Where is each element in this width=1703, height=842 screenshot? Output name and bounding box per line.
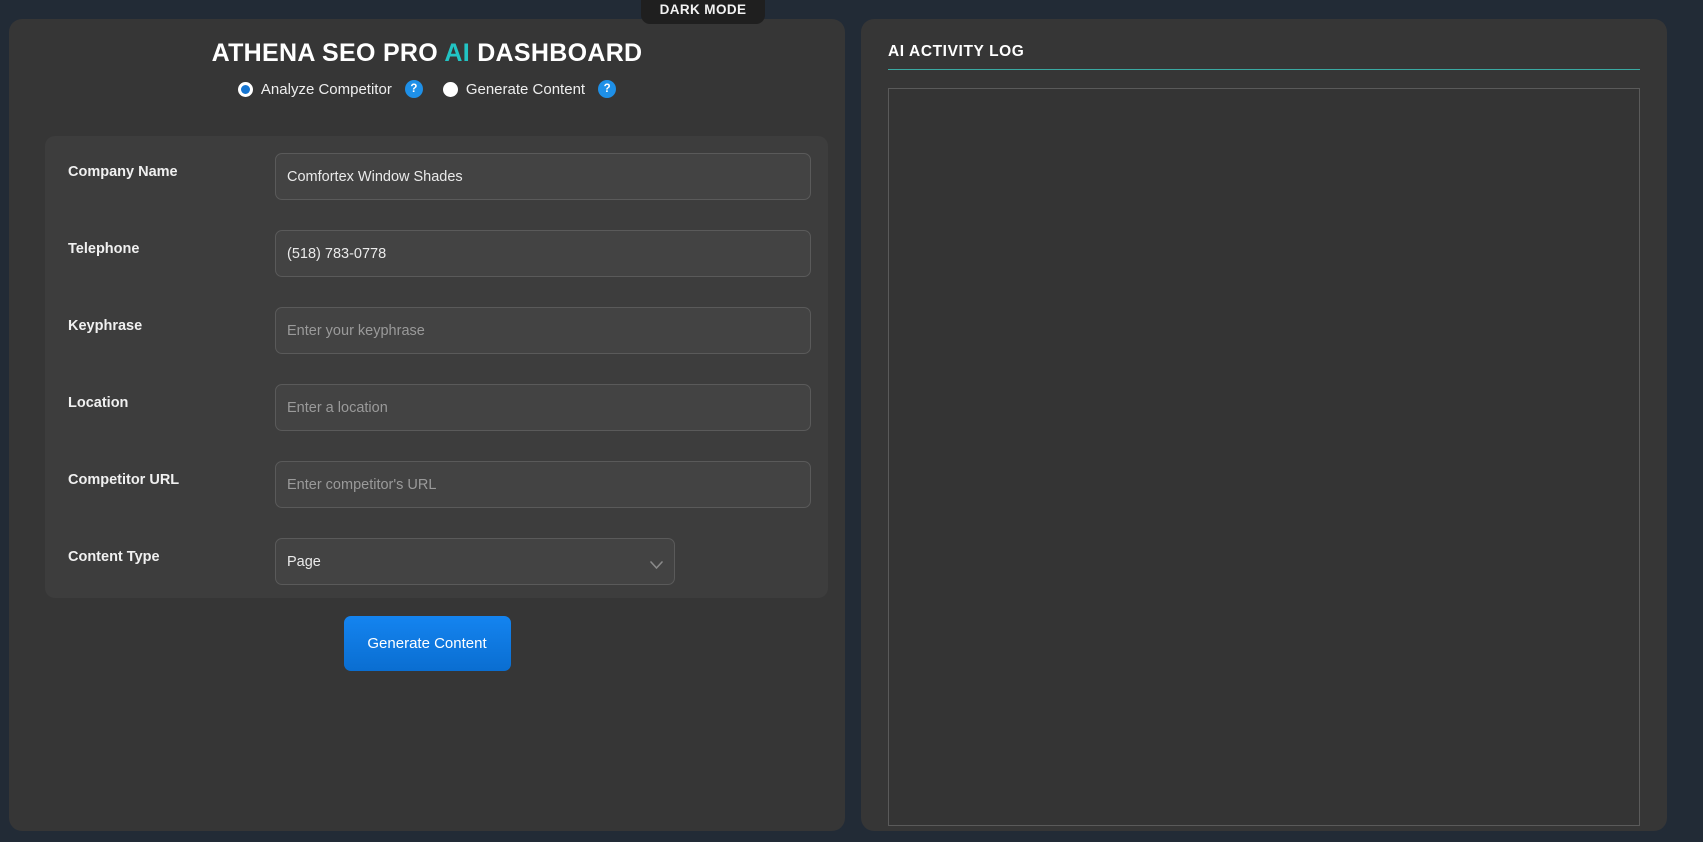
input-keyphrase[interactable]	[275, 307, 811, 354]
select-content-type[interactable]: Page	[275, 538, 675, 585]
dark-mode-toggle[interactable]: DARK MODE	[641, 0, 765, 24]
submit-row: Generate Content	[9, 616, 845, 671]
help-icon-analyze-competitor[interactable]: ?	[404, 80, 423, 98]
field-row-location: Location	[57, 381, 816, 458]
main-form-panel: ATHENA SEO PRO AI DASHBOARD Analyze Comp…	[9, 19, 845, 831]
field-row-competitor-url: Competitor URL	[57, 458, 816, 535]
activity-log-panel: AI ACTIVITY LOG	[861, 19, 1667, 831]
activity-log-title: AI ACTIVITY LOG	[888, 43, 1025, 60]
label-telephone: Telephone	[68, 241, 140, 257]
field-row-content-type: Content Type Page	[57, 535, 816, 612]
field-row-telephone: Telephone	[57, 227, 816, 304]
input-competitor-url[interactable]	[275, 461, 811, 508]
mode-label-generate-content: Generate Content	[465, 80, 586, 98]
field-row-company-name: Company Name	[57, 150, 816, 227]
mode-label-analyze-competitor: Analyze Competitor	[260, 80, 392, 98]
field-row-keyphrase: Keyphrase	[57, 304, 816, 381]
input-location[interactable]	[275, 384, 811, 431]
label-competitor-url: Competitor URL	[68, 472, 180, 488]
label-location: Location	[68, 395, 129, 411]
label-keyphrase: Keyphrase	[68, 318, 143, 334]
radio-analyze-competitor[interactable]	[237, 81, 253, 97]
activity-log-divider	[888, 69, 1640, 70]
help-icon-generate-content[interactable]: ?	[598, 80, 617, 98]
mode-option-analyze-competitor[interactable]: Analyze Competitor ?	[237, 80, 423, 98]
label-company-name: Company Name	[68, 164, 178, 180]
activity-log-output[interactable]	[888, 88, 1640, 826]
page-title: ATHENA SEO PRO AI DASHBOARD	[9, 39, 845, 68]
form-card: Company Name Telephone Keyphrase Locatio…	[45, 136, 828, 598]
page-title-suffix: DASHBOARD	[469, 39, 643, 67]
mode-option-generate-content[interactable]: Generate Content ?	[442, 80, 617, 98]
page-title-accent: AI	[444, 39, 470, 67]
mode-selector: Analyze Competitor ? Generate Content ?	[9, 80, 845, 98]
dark-mode-label: DARK MODE	[659, 1, 747, 17]
input-telephone[interactable]	[275, 230, 811, 277]
page-title-prefix: ATHENA SEO PRO	[211, 39, 445, 67]
label-content-type: Content Type	[68, 549, 160, 565]
generate-content-button[interactable]: Generate Content	[343, 616, 511, 671]
radio-generate-content[interactable]	[442, 81, 458, 97]
input-company-name[interactable]	[275, 153, 811, 200]
